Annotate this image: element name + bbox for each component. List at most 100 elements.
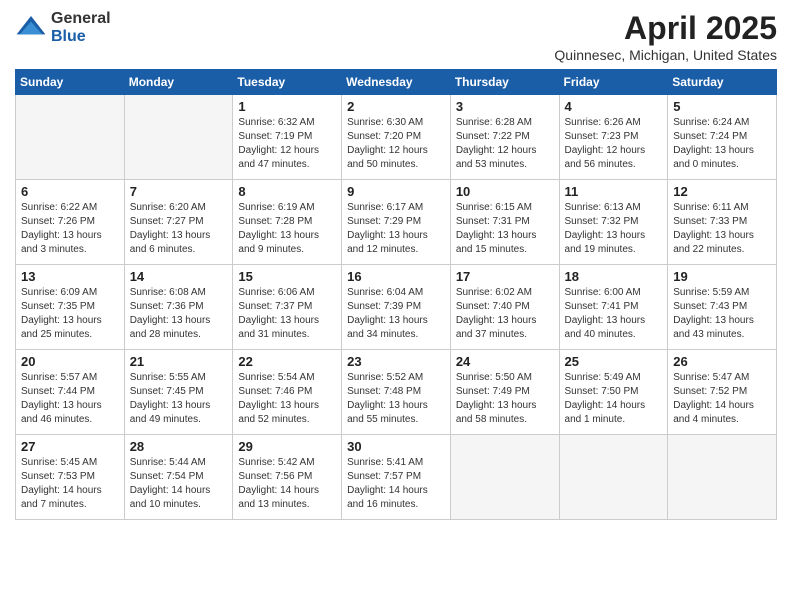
day-detail: Sunrise: 6:17 AM Sunset: 7:29 PM Dayligh… <box>347 201 445 257</box>
calendar-subtitle: Quinnesec, Michigan, United States <box>554 47 777 63</box>
day-detail: Sunrise: 5:42 AM Sunset: 7:56 PM Dayligh… <box>238 456 336 512</box>
day-number: 17 <box>456 269 554 284</box>
calendar-cell <box>124 95 233 180</box>
day-detail: Sunrise: 6:11 AM Sunset: 7:33 PM Dayligh… <box>673 201 771 257</box>
day-number: 13 <box>21 269 119 284</box>
day-number: 7 <box>130 184 228 199</box>
calendar-week-2: 6 Sunrise: 6:22 AM Sunset: 7:26 PM Daylig… <box>16 180 777 265</box>
calendar-cell <box>559 435 668 520</box>
calendar-cell: 2 Sunrise: 6:30 AM Sunset: 7:20 PM Daylig… <box>342 95 451 180</box>
col-friday: Friday <box>559 70 668 95</box>
calendar-cell: 6 Sunrise: 6:22 AM Sunset: 7:26 PM Daylig… <box>16 180 125 265</box>
calendar-cell: 28Sunrise: 5:44 AM Sunset: 7:54 PM Dayli… <box>124 435 233 520</box>
header: General Blue April 2025 Quinnesec, Michi… <box>15 10 777 63</box>
calendar-cell: 22 Sunrise: 5:54 AM Sunset: 7:46 PM Dayli… <box>233 350 342 435</box>
day-detail: Sunrise: 6:06 AM Sunset: 7:37 PM Dayligh… <box>238 286 336 342</box>
day-detail: Sunrise: 6:15 AM Sunset: 7:31 PM Dayligh… <box>456 201 554 257</box>
calendar-cell: 8Sunrise: 6:19 AM Sunset: 7:28 PM Daylig… <box>233 180 342 265</box>
calendar-cell: 9 Sunrise: 6:17 AM Sunset: 7:29 PM Daylig… <box>342 180 451 265</box>
calendar-cell: 7 Sunrise: 6:20 AM Sunset: 7:27 PM Daylig… <box>124 180 233 265</box>
calendar-cell: 17 Sunrise: 6:02 AM Sunset: 7:40 PM Dayli… <box>450 265 559 350</box>
day-detail: Sunrise: 5:45 AM Sunset: 7:53 PM Dayligh… <box>21 456 119 512</box>
day-detail: Sunrise: 6:32 AM Sunset: 7:19 PM Dayligh… <box>238 116 336 172</box>
calendar-body: 1 Sunrise: 6:32 AM Sunset: 7:19 PM Daylig… <box>16 95 777 520</box>
day-detail: Sunrise: 6:24 AM Sunset: 7:24 PM Dayligh… <box>673 116 771 172</box>
calendar-header: Sunday Monday Tuesday Wednesday Thursday… <box>16 70 777 95</box>
day-number: 23 <box>347 354 445 369</box>
calendar-cell: 20Sunrise: 5:57 AM Sunset: 7:44 PM Dayli… <box>16 350 125 435</box>
day-number: 22 <box>238 354 336 369</box>
day-number: 6 <box>21 184 119 199</box>
day-number: 19 <box>673 269 771 284</box>
calendar-cell <box>450 435 559 520</box>
day-detail: Sunrise: 6:28 AM Sunset: 7:22 PM Dayligh… <box>456 116 554 172</box>
calendar-cell: 5 Sunrise: 6:24 AM Sunset: 7:24 PM Daylig… <box>668 95 777 180</box>
calendar-cell: 25 Sunrise: 5:49 AM Sunset: 7:50 PM Dayli… <box>559 350 668 435</box>
calendar-cell: 15 Sunrise: 6:06 AM Sunset: 7:37 PM Dayli… <box>233 265 342 350</box>
col-wednesday: Wednesday <box>342 70 451 95</box>
col-sunday: Sunday <box>16 70 125 95</box>
day-number: 9 <box>347 184 445 199</box>
day-number: 15 <box>238 269 336 284</box>
calendar-cell: 21 Sunrise: 5:55 AM Sunset: 7:45 PM Dayli… <box>124 350 233 435</box>
col-saturday: Saturday <box>668 70 777 95</box>
calendar-title: April 2025 <box>554 10 777 47</box>
day-number: 21 <box>130 354 228 369</box>
logo-blue-text: Blue <box>51 28 111 46</box>
calendar-cell <box>16 95 125 180</box>
calendar-cell: 11 Sunrise: 6:13 AM Sunset: 7:32 PM Dayli… <box>559 180 668 265</box>
day-detail: Sunrise: 6:00 AM Sunset: 7:41 PM Dayligh… <box>565 286 663 342</box>
calendar-cell: 24Sunrise: 5:50 AM Sunset: 7:49 PM Dayli… <box>450 350 559 435</box>
logo-general-text: General <box>51 10 111 28</box>
page-container: General Blue April 2025 Quinnesec, Michi… <box>0 0 792 530</box>
col-monday: Monday <box>124 70 233 95</box>
day-number: 26 <box>673 354 771 369</box>
calendar-cell: 30 Sunrise: 5:41 AM Sunset: 7:57 PM Dayli… <box>342 435 451 520</box>
calendar-cell: 3Sunrise: 6:28 AM Sunset: 7:22 PM Daylig… <box>450 95 559 180</box>
day-number: 14 <box>130 269 228 284</box>
day-number: 25 <box>565 354 663 369</box>
day-number: 8 <box>238 184 336 199</box>
calendar-cell: 14Sunrise: 6:08 AM Sunset: 7:36 PM Dayli… <box>124 265 233 350</box>
calendar-week-5: 27Sunrise: 5:45 AM Sunset: 7:53 PM Dayli… <box>16 435 777 520</box>
day-number: 5 <box>673 99 771 114</box>
day-detail: Sunrise: 5:47 AM Sunset: 7:52 PM Dayligh… <box>673 371 771 427</box>
day-detail: Sunrise: 5:52 AM Sunset: 7:48 PM Dayligh… <box>347 371 445 427</box>
day-number: 30 <box>347 439 445 454</box>
calendar-week-1: 1 Sunrise: 6:32 AM Sunset: 7:19 PM Daylig… <box>16 95 777 180</box>
day-detail: Sunrise: 6:13 AM Sunset: 7:32 PM Dayligh… <box>565 201 663 257</box>
day-number: 20 <box>21 354 119 369</box>
day-detail: Sunrise: 5:49 AM Sunset: 7:50 PM Dayligh… <box>565 371 663 427</box>
day-detail: Sunrise: 6:26 AM Sunset: 7:23 PM Dayligh… <box>565 116 663 172</box>
day-detail: Sunrise: 5:54 AM Sunset: 7:46 PM Dayligh… <box>238 371 336 427</box>
logo: General Blue <box>15 10 111 45</box>
header-row: Sunday Monday Tuesday Wednesday Thursday… <box>16 70 777 95</box>
calendar-cell: 27Sunrise: 5:45 AM Sunset: 7:53 PM Dayli… <box>16 435 125 520</box>
title-block: April 2025 Quinnesec, Michigan, United S… <box>554 10 777 63</box>
calendar-cell: 23 Sunrise: 5:52 AM Sunset: 7:48 PM Dayli… <box>342 350 451 435</box>
logo-text: General Blue <box>51 10 111 45</box>
col-thursday: Thursday <box>450 70 559 95</box>
day-number: 4 <box>565 99 663 114</box>
day-detail: Sunrise: 6:30 AM Sunset: 7:20 PM Dayligh… <box>347 116 445 172</box>
calendar-cell: 13 Sunrise: 6:09 AM Sunset: 7:35 PM Dayli… <box>16 265 125 350</box>
day-detail: Sunrise: 5:44 AM Sunset: 7:54 PM Dayligh… <box>130 456 228 512</box>
day-detail: Sunrise: 5:41 AM Sunset: 7:57 PM Dayligh… <box>347 456 445 512</box>
day-detail: Sunrise: 6:04 AM Sunset: 7:39 PM Dayligh… <box>347 286 445 342</box>
day-detail: Sunrise: 5:50 AM Sunset: 7:49 PM Dayligh… <box>456 371 554 427</box>
calendar-cell: 26 Sunrise: 5:47 AM Sunset: 7:52 PM Dayli… <box>668 350 777 435</box>
calendar-cell: 18Sunrise: 6:00 AM Sunset: 7:41 PM Dayli… <box>559 265 668 350</box>
day-detail: Sunrise: 6:09 AM Sunset: 7:35 PM Dayligh… <box>21 286 119 342</box>
day-number: 16 <box>347 269 445 284</box>
day-detail: Sunrise: 6:22 AM Sunset: 7:26 PM Dayligh… <box>21 201 119 257</box>
day-detail: Sunrise: 5:55 AM Sunset: 7:45 PM Dayligh… <box>130 371 228 427</box>
day-detail: Sunrise: 6:02 AM Sunset: 7:40 PM Dayligh… <box>456 286 554 342</box>
day-number: 1 <box>238 99 336 114</box>
day-number: 12 <box>673 184 771 199</box>
day-detail: Sunrise: 6:20 AM Sunset: 7:27 PM Dayligh… <box>130 201 228 257</box>
calendar-cell: 29Sunrise: 5:42 AM Sunset: 7:56 PM Dayli… <box>233 435 342 520</box>
calendar-week-3: 13 Sunrise: 6:09 AM Sunset: 7:35 PM Dayli… <box>16 265 777 350</box>
day-number: 11 <box>565 184 663 199</box>
day-number: 2 <box>347 99 445 114</box>
calendar-week-4: 20Sunrise: 5:57 AM Sunset: 7:44 PM Dayli… <box>16 350 777 435</box>
